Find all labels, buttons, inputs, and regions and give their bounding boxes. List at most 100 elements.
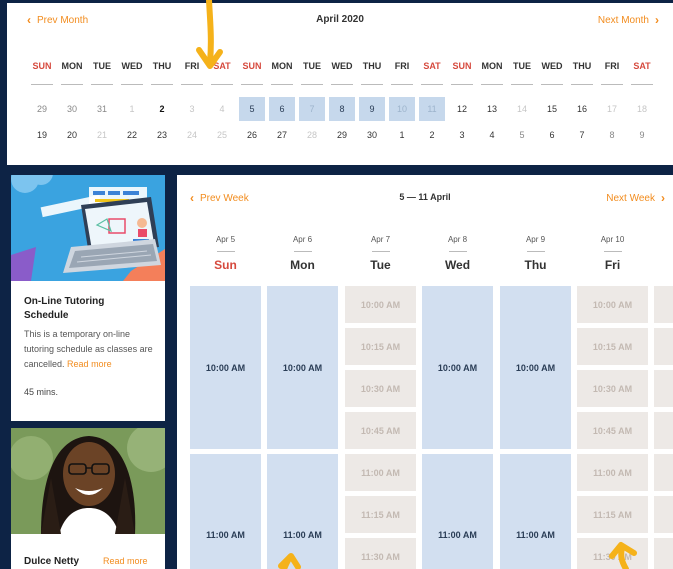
date-cell[interactable]: 13 bbox=[477, 97, 507, 121]
date-cell[interactable]: 4 bbox=[477, 123, 507, 147]
date-cell-available[interactable]: 6 bbox=[269, 97, 295, 121]
date-cell: 25 bbox=[216, 130, 227, 140]
date-cell[interactable]: 9 bbox=[627, 123, 657, 147]
time-slot-unavailable: 11:00 AM bbox=[345, 454, 416, 491]
weekday-label: FRI bbox=[177, 61, 207, 85]
time-slot-block[interactable]: 11:00 AM bbox=[190, 454, 261, 569]
day-date: Apr 5 bbox=[215, 235, 236, 244]
weekday-label: MON bbox=[57, 61, 87, 85]
date-cell[interactable]: 1 bbox=[387, 123, 417, 147]
day-name: Mon bbox=[290, 258, 315, 272]
day-date: Apr 7 bbox=[370, 235, 391, 244]
date-cell[interactable]: 20 bbox=[57, 123, 87, 147]
tutoring-illustration bbox=[11, 175, 165, 281]
day-name: Tue bbox=[370, 258, 391, 272]
month-title: April 2020 bbox=[316, 14, 364, 25]
date-cell[interactable]: 15 bbox=[537, 97, 567, 121]
time-slot-unavailable-partial bbox=[654, 328, 673, 365]
time-slot-unavailable: 10:15 AM bbox=[345, 328, 416, 365]
time-slot-block[interactable]: 10:00 AM bbox=[190, 286, 261, 449]
date-cell[interactable]: 5 bbox=[507, 123, 537, 147]
time-slot-unavailable-partial bbox=[654, 496, 673, 533]
day-name: Fri bbox=[604, 258, 621, 272]
weekday-label: MON bbox=[477, 61, 507, 85]
next-week-link[interactable]: Next Week › bbox=[606, 191, 665, 205]
day-name: Thu bbox=[524, 258, 547, 272]
time-slot-unavailable: 10:30 AM bbox=[577, 370, 648, 407]
date-cell: 14 bbox=[516, 104, 527, 114]
day-header-sun: Apr 5 Sun bbox=[190, 235, 261, 272]
date-cell: 21 bbox=[96, 130, 107, 140]
date-cell[interactable]: 7 bbox=[567, 123, 597, 147]
date-cell: 31 bbox=[96, 104, 107, 114]
time-slot-unavailable-partial bbox=[654, 454, 673, 491]
date-cell: 17 bbox=[606, 104, 617, 114]
time-slot-block[interactable]: 11:00 AM bbox=[267, 454, 338, 569]
time-slot-unavailable-partial bbox=[654, 412, 673, 449]
weekday-label: SUN bbox=[237, 61, 267, 85]
date-cell[interactable]: 22 bbox=[117, 123, 147, 147]
day-name: Sun bbox=[214, 258, 237, 272]
date-cell-available[interactable]: 9 bbox=[359, 97, 385, 121]
weekday-label: SAT bbox=[207, 61, 237, 85]
date-cell-available[interactable]: 7 bbox=[299, 97, 325, 121]
weekday-header-row: SUN MON TUE WED THU FRI SAT SUN MON TUE … bbox=[27, 61, 657, 85]
time-slot-block[interactable]: 10:00 AM bbox=[267, 286, 338, 449]
date-cell: 4 bbox=[219, 104, 225, 114]
weekday-label: SUN bbox=[447, 61, 477, 85]
time-slot-block[interactable]: 10:00 AM bbox=[422, 286, 493, 449]
date-cell[interactable]: 3 bbox=[447, 123, 477, 147]
date-cell[interactable]: 30 bbox=[357, 123, 387, 147]
date-cell[interactable]: 29 bbox=[327, 123, 357, 147]
date-cell[interactable]: 12 bbox=[447, 97, 477, 121]
read-more-link[interactable]: Read more bbox=[67, 359, 112, 369]
tutor-photo bbox=[11, 428, 165, 534]
date-cell: 24 bbox=[186, 130, 197, 140]
time-slot-block[interactable]: 10:00 AM bbox=[500, 286, 571, 449]
tutor-card-dulce[interactable]: Dulce Netty Read more bbox=[11, 428, 165, 569]
weekday-label: WED bbox=[327, 61, 357, 85]
date-cell[interactable]: 8 bbox=[597, 123, 627, 147]
time-slot-unavailable-partial bbox=[654, 538, 673, 569]
date-cell[interactable]: 27 bbox=[267, 123, 297, 147]
day-name: Wed bbox=[444, 258, 471, 272]
next-month-link[interactable]: Next Month › bbox=[598, 13, 659, 27]
service-card-tutoring[interactable]: On-Line Tutoring Schedule This is a temp… bbox=[11, 175, 165, 421]
weekday-label: THU bbox=[567, 61, 597, 85]
date-cell[interactable]: 6 bbox=[537, 123, 567, 147]
read-more-link[interactable]: Read more bbox=[103, 556, 148, 566]
date-cell[interactable]: 26 bbox=[237, 123, 267, 147]
date-cell-available[interactable]: 10 bbox=[389, 97, 415, 121]
date-cell[interactable]: 16 bbox=[567, 97, 597, 121]
month-calendar: ‹ Prev Month April 2020 Next Month › SUN… bbox=[7, 3, 673, 165]
day-date: Apr 9 bbox=[525, 235, 546, 244]
weekday-label: WED bbox=[117, 61, 147, 85]
date-cell-available[interactable]: 5 bbox=[239, 97, 265, 121]
date-cell[interactable]: 2 bbox=[417, 123, 447, 147]
week-schedule: ‹ Prev Week 5 — 11 April Next Week › Apr… bbox=[177, 175, 673, 569]
weekday-label: WED bbox=[537, 61, 567, 85]
date-cell-available[interactable]: 8 bbox=[329, 97, 355, 121]
day-divider bbox=[603, 251, 622, 252]
date-cell-available[interactable]: 11 bbox=[419, 97, 445, 121]
day-header-wed: Apr 8 Wed bbox=[422, 235, 493, 272]
time-slot-unavailable: 10:30 AM bbox=[345, 370, 416, 407]
time-slot-block[interactable]: 11:00 AM bbox=[500, 454, 571, 569]
date-cell-today[interactable]: 2 bbox=[147, 97, 177, 121]
card-duration: 45 mins. bbox=[24, 387, 59, 397]
chevron-right-icon: › bbox=[661, 191, 665, 205]
weekday-label: TUE bbox=[87, 61, 117, 85]
weekday-label: SAT bbox=[627, 61, 657, 85]
chevron-right-icon: › bbox=[655, 13, 659, 27]
day-divider bbox=[371, 251, 390, 252]
date-cell[interactable]: 23 bbox=[147, 123, 177, 147]
time-slot-block[interactable]: 11:00 AM bbox=[422, 454, 493, 569]
day-header-thu: Apr 9 Thu bbox=[500, 235, 571, 272]
date-cell: 30 bbox=[66, 104, 77, 114]
time-slot-unavailable: 11:30 AM bbox=[577, 538, 648, 569]
time-slot-unavailable-partial bbox=[654, 370, 673, 407]
day-divider bbox=[526, 251, 545, 252]
time-slot-unavailable: 11:30 AM bbox=[345, 538, 416, 569]
date-cell[interactable]: 19 bbox=[27, 123, 57, 147]
day-header-mon: Apr 6 Mon bbox=[267, 235, 338, 272]
